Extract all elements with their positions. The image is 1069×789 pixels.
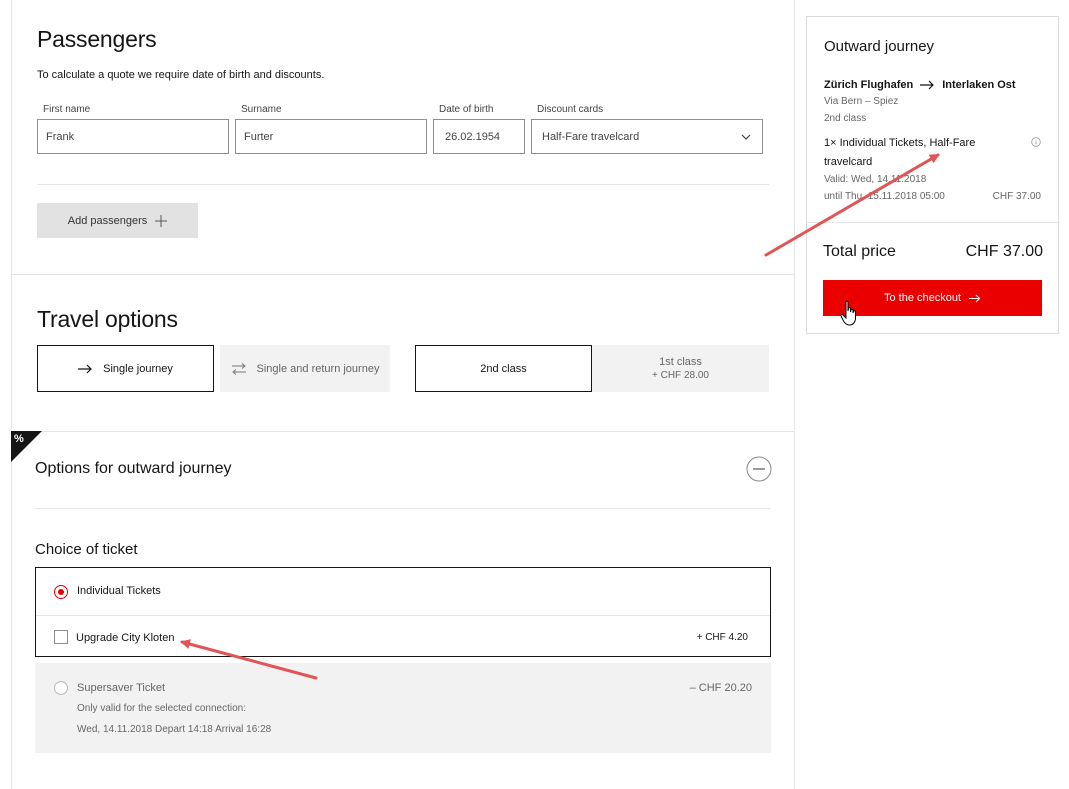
annotation-arrow-upgrade xyxy=(180,639,318,680)
annotation-arrows xyxy=(180,153,940,680)
annotation-arrow-summary xyxy=(764,153,940,257)
